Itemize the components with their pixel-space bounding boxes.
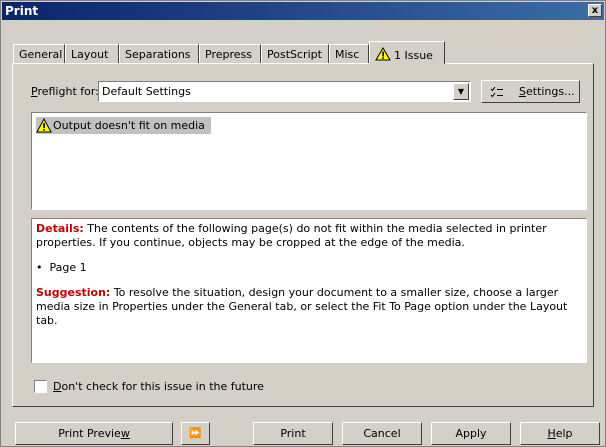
double-arrow-icon: ⏩: [189, 428, 202, 439]
tab-general[interactable]: General: [13, 44, 65, 63]
help-button[interactable]: Help: [520, 422, 600, 445]
page-item: Page 1: [49, 261, 87, 274]
settings-label: Settings...: [519, 85, 575, 98]
issues-list[interactable]: Output doesn't fit on media: [31, 112, 587, 210]
tab-prepress[interactable]: Prepress: [199, 44, 261, 63]
cancel-label: Cancel: [363, 427, 401, 440]
tab-label: 1 Issue: [394, 49, 433, 62]
bullet-icon: •: [36, 261, 43, 274]
tab-label: Misc: [335, 48, 360, 61]
page-list: • Page 1: [36, 261, 582, 275]
settings-accel: S: [519, 85, 526, 98]
dont-check-checkbox[interactable]: [34, 380, 47, 393]
cancel-button[interactable]: Cancel: [342, 422, 422, 445]
print-label: Print: [280, 427, 306, 440]
tab-issues[interactable]: 1 Issue: [369, 41, 445, 64]
tab-misc[interactable]: Misc: [329, 44, 369, 63]
details-text: The contents of the following page(s) do…: [36, 222, 547, 249]
close-button[interactable]: x: [588, 4, 602, 17]
preflight-label: Preflight for:: [31, 85, 99, 98]
help-accel: H: [547, 427, 556, 440]
preflight-label-text: reflight for:: [37, 85, 99, 98]
tab-label: General: [19, 48, 63, 61]
details-heading: Details:: [36, 222, 84, 235]
tab-separations[interactable]: Separations: [119, 44, 199, 63]
tab-postscript[interactable]: PostScript: [261, 44, 329, 63]
title-bar[interactable]: Print x: [2, 2, 604, 20]
warning-icon: [36, 118, 52, 133]
apply-button[interactable]: Apply: [431, 422, 511, 445]
print-preview-text: Print Previe: [58, 427, 121, 440]
tab-label: PostScript: [267, 48, 322, 61]
warning-icon: [375, 47, 391, 61]
list-item[interactable]: Output doesn't fit on media: [36, 117, 211, 134]
print-button[interactable]: Print: [253, 422, 333, 445]
apply-label: Apply: [455, 427, 487, 440]
tab-label: Layout: [71, 48, 109, 61]
print-preview-accel: w: [120, 427, 130, 440]
preflight-selected-value: Default Settings: [102, 85, 191, 98]
preflight-select[interactable]: Default Settings ▼: [98, 81, 471, 102]
print-preview-button[interactable]: Print Preview: [15, 422, 173, 445]
print-dialog: Print x General Layout Separations Prepr…: [0, 0, 606, 447]
dont-check-label[interactable]: Don't check for this issue in the future: [53, 380, 264, 393]
suggestion-paragraph: Suggestion: To resolve the situation, de…: [36, 286, 582, 328]
checklist-icon: [490, 86, 503, 98]
tab-layout[interactable]: Layout: [65, 44, 119, 63]
suggestion-text: To resolve the situation, design your do…: [36, 286, 568, 327]
tab-label: Separations: [125, 48, 191, 61]
suggestion-heading: Suggestion:: [36, 286, 111, 299]
mini-preview-button[interactable]: ⏩: [181, 422, 210, 445]
dropdown-arrow-icon[interactable]: ▼: [453, 83, 469, 100]
tab-label: Prepress: [205, 48, 252, 61]
dont-check-text: on't check for this issue in the future: [61, 380, 264, 393]
window-title: Print: [5, 4, 39, 18]
help-text: elp: [555, 427, 573, 440]
issue-text: Output doesn't fit on media: [53, 119, 205, 132]
settings-button[interactable]: Settings...: [481, 80, 580, 103]
settings-text: ettings...: [525, 85, 575, 98]
details-box: Details: The contents of the following p…: [31, 218, 587, 363]
details-paragraph: Details: The contents of the following p…: [36, 222, 582, 250]
